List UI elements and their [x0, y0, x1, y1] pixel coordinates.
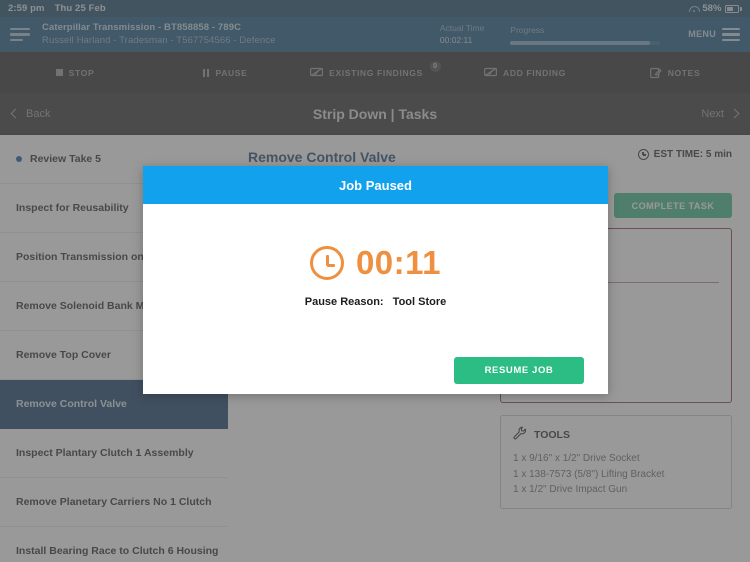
job-paused-modal: Job Paused 00:11 Pause Reason: Tool Stor… [143, 166, 608, 394]
pause-reason-value: Tool Store [392, 296, 447, 308]
resume-job-button[interactable]: RESUME JOB [454, 357, 584, 384]
pause-timer-value: 00:11 [355, 244, 442, 281]
clock-icon [309, 246, 344, 280]
pause-timer: 00:11 [167, 244, 584, 282]
modal-title: Job Paused [143, 166, 608, 204]
pause-reason-label: Pause Reason: [304, 296, 384, 308]
modal-body: 00:11 Pause Reason: Tool Store RESUME JO… [143, 204, 608, 394]
app-root: 2:59 pm Thu 25 Feb 58% Caterpillar Trans… [0, 0, 750, 562]
pause-reason: Pause Reason: Tool Store [167, 296, 584, 308]
